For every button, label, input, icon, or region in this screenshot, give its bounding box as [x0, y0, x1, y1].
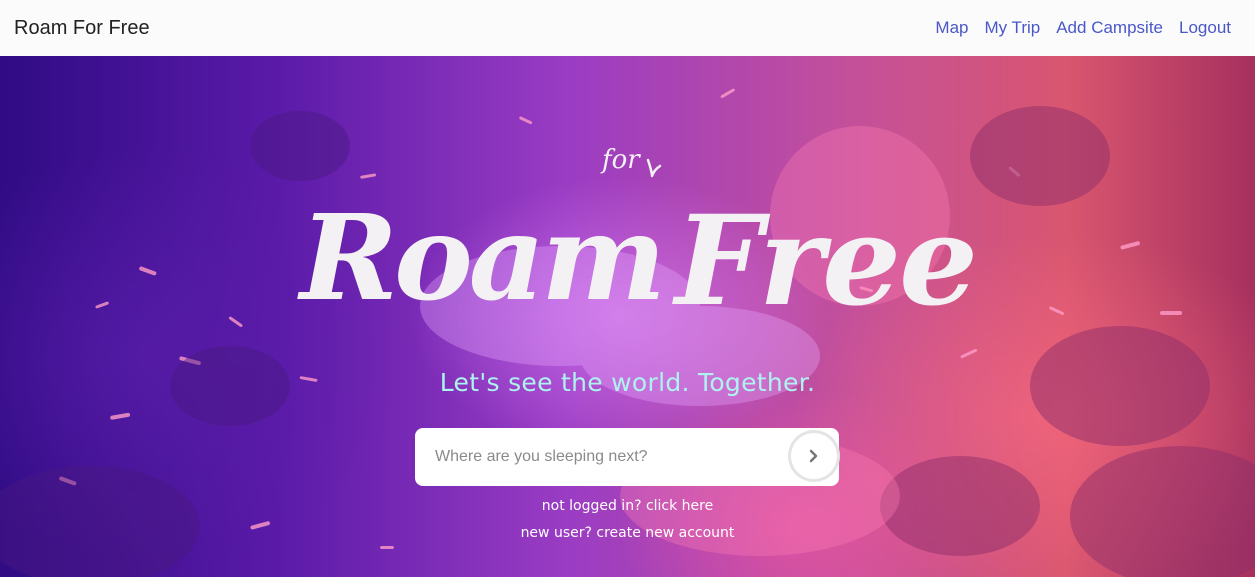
chevron-right-icon: [809, 449, 818, 463]
nav-links: Map My Trip Add Campsite Logout: [935, 18, 1241, 38]
signup-link-row: new user? create new account: [0, 525, 1255, 541]
signup-link[interactable]: new user? create new account: [521, 525, 735, 541]
nav-link-logout[interactable]: Logout: [1179, 18, 1231, 38]
login-link[interactable]: not logged in? click here: [542, 498, 713, 514]
hero-title-free: Free: [672, 189, 976, 334]
search-bar: [415, 428, 839, 486]
login-link-row: not logged in? click here: [0, 498, 1255, 514]
navbar: Roam For Free Map My Trip Add Campsite L…: [0, 0, 1255, 56]
hero-banner: for Roam Free Let's see the world. Toget…: [0, 56, 1255, 577]
nav-link-add-campsite[interactable]: Add Campsite: [1056, 18, 1163, 38]
hero-title-small: for: [600, 145, 641, 175]
nav-link-map[interactable]: Map: [935, 18, 968, 38]
hero-title-art: for Roam Free: [297, 145, 978, 334]
search-submit-button[interactable]: [791, 433, 837, 479]
hero-title-roam: Roam: [297, 188, 662, 327]
brand-logo-text[interactable]: Roam For Free: [14, 17, 150, 40]
search-input[interactable]: [415, 428, 785, 486]
nav-link-my-trip[interactable]: My Trip: [984, 18, 1040, 38]
hero-tagline: Let's see the world. Together.: [439, 368, 816, 397]
